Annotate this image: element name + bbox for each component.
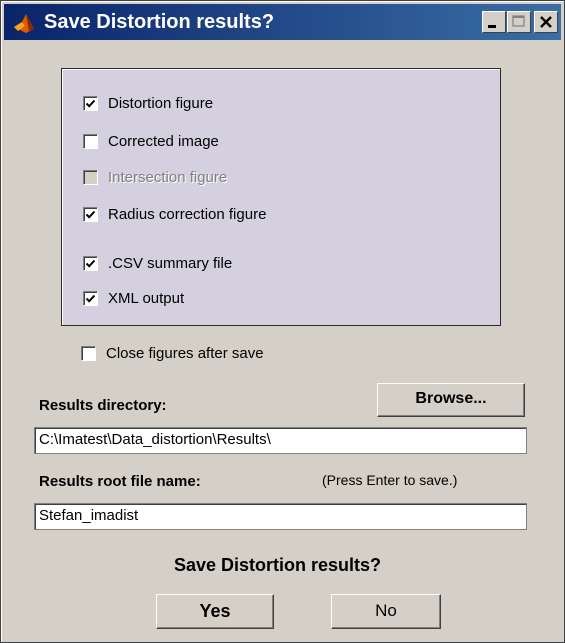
maximize-icon: [512, 15, 525, 27]
results-root-label: Results root file name:: [39, 473, 201, 490]
option-label: Intersection figure: [108, 168, 228, 186]
minimize-icon: [488, 25, 496, 28]
checkbox[interactable]: [83, 255, 98, 271]
title-bar[interactable]: Save Distortion results?: [4, 4, 561, 40]
results-directory-input[interactable]: C:\Imatest\Data_distortion\Results\: [34, 427, 527, 454]
option-label: Close figures after save: [106, 344, 264, 362]
checkmark-icon: [85, 294, 96, 303]
close-icon: [540, 16, 552, 28]
yes-button[interactable]: Yes: [156, 594, 274, 629]
close-figures-option[interactable]: Close figures after save: [81, 343, 264, 363]
option-intersection-figure: Intersection figure: [83, 167, 227, 187]
no-button[interactable]: No: [331, 594, 441, 629]
option-label: Radius correction figure: [108, 205, 267, 223]
option-xml-output[interactable]: XML output: [83, 288, 184, 308]
option-radius-correction-figure[interactable]: Radius correction figure: [83, 204, 266, 224]
option-label: Corrected image: [108, 132, 219, 150]
window-title: Save Distortion results?: [44, 11, 275, 33]
checkmark-icon: [85, 99, 96, 108]
browse-button[interactable]: Browse...: [377, 383, 525, 417]
checkbox[interactable]: [83, 95, 98, 111]
checkmark-icon: [85, 259, 96, 268]
save-dialog: Save Distortion results? Distortion figu…: [0, 0, 565, 643]
option-distortion-figure[interactable]: Distortion figure: [83, 93, 213, 113]
option-label: Distortion figure: [108, 94, 214, 112]
checkbox[interactable]: [83, 290, 98, 306]
option-label: XML output: [108, 289, 185, 307]
checkmark-icon: [85, 210, 96, 219]
minimize-button[interactable]: [482, 11, 506, 33]
matlab-logo-icon: [14, 14, 34, 33]
checkbox[interactable]: [83, 206, 98, 222]
close-window-button[interactable]: [534, 11, 558, 33]
save-question: Save Distortion results?: [174, 555, 382, 575]
results-directory-label: Results directory:: [39, 397, 167, 414]
checkbox[interactable]: [81, 345, 96, 361]
option-csv-summary-file[interactable]: .CSV summary file: [83, 253, 232, 273]
checkbox: [83, 169, 98, 185]
maximize-button[interactable]: [507, 11, 531, 33]
checkbox[interactable]: [83, 133, 98, 149]
option-label: .CSV summary file: [108, 254, 233, 272]
press-enter-hint: (Press Enter to save.): [322, 472, 458, 488]
option-corrected-image[interactable]: Corrected image: [83, 131, 219, 151]
results-root-input[interactable]: Stefan_imadist: [34, 503, 527, 530]
